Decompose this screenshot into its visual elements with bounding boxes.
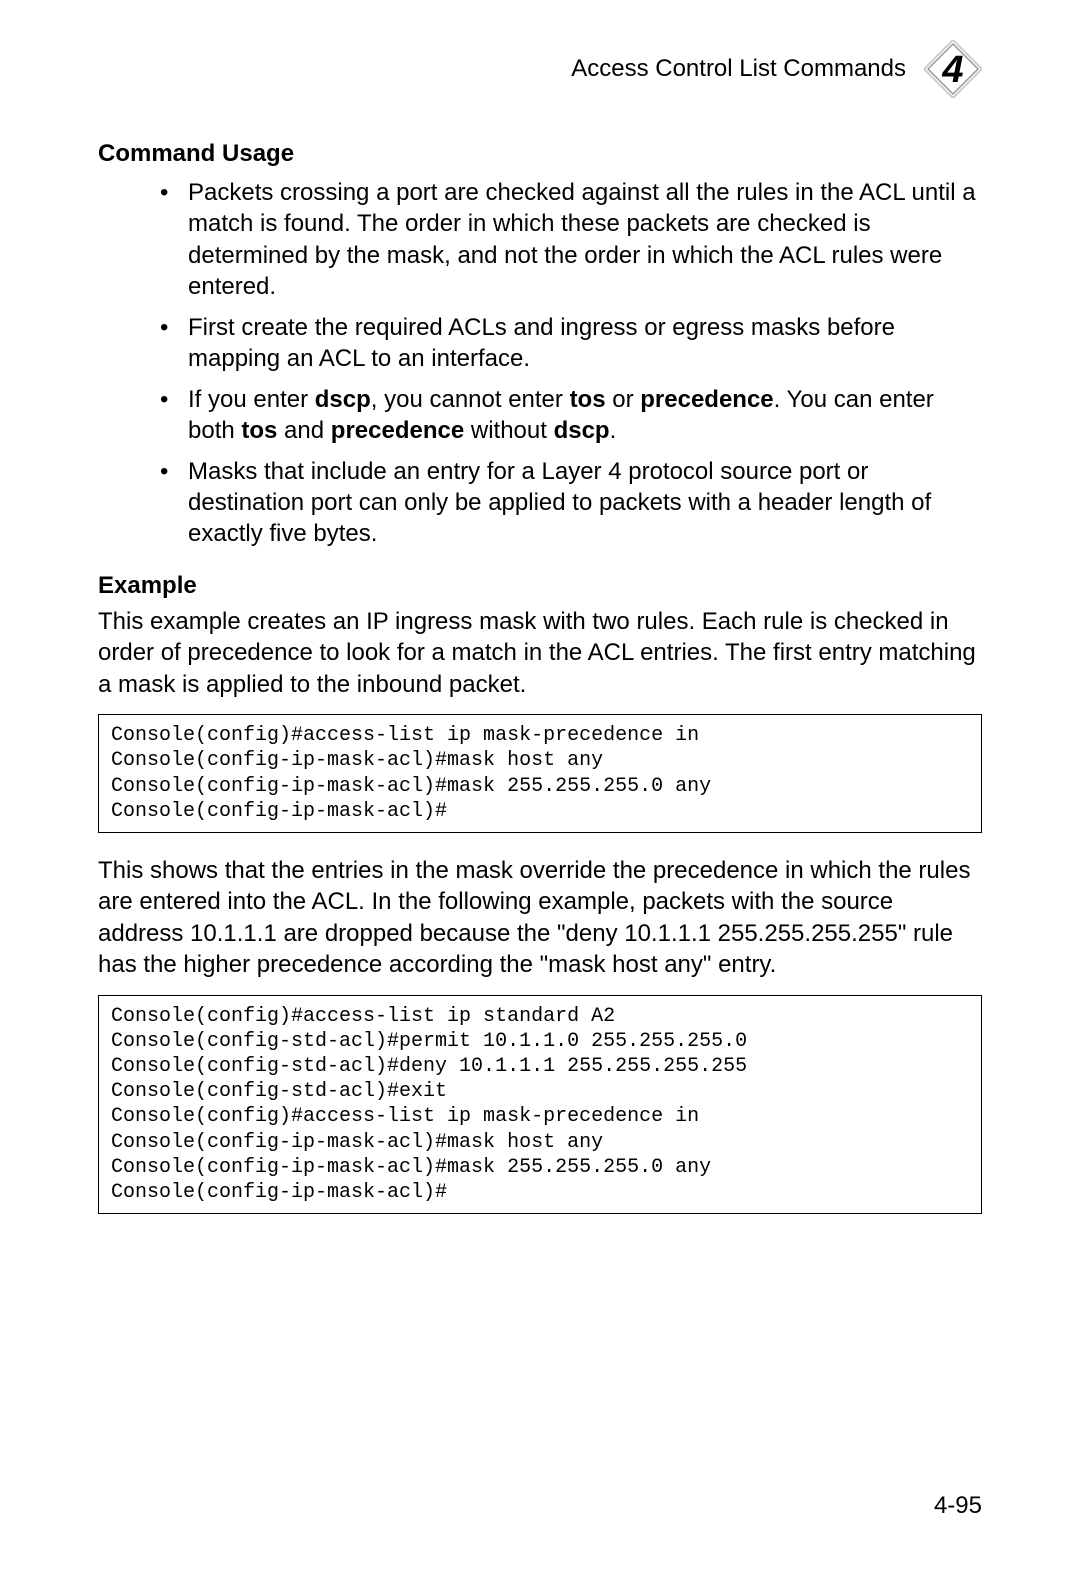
code-block: Console(config)#access-list ip standard … — [98, 995, 982, 1215]
example-paragraph: This example creates an IP ingress mask … — [98, 606, 982, 700]
bullet-text: , you cannot enter — [371, 386, 570, 413]
header-title: Access Control List Commands — [571, 55, 906, 83]
bullet-item: First create the required ACLs and ingre… — [160, 312, 982, 375]
bold-term: tos — [241, 417, 277, 444]
bullet-item: If you enter dscp, you cannot enter tos … — [160, 384, 982, 447]
bullet-text: and — [277, 417, 330, 444]
bold-term: precedence — [331, 417, 464, 444]
chapter-number-icon: 4 — [924, 40, 982, 98]
bold-term: precedence — [640, 386, 773, 413]
example-heading: Example — [98, 572, 982, 600]
svg-text:4: 4 — [941, 49, 963, 91]
bullet-item: Packets crossing a port are checked agai… — [160, 177, 982, 303]
command-usage-heading: Command Usage — [98, 140, 982, 168]
page-header: Access Control List Commands 4 — [98, 40, 982, 98]
bullet-text: Packets crossing a port are checked agai… — [188, 179, 976, 300]
bullet-text: If you enter — [188, 386, 315, 413]
bullet-text: First create the required ACLs and ingre… — [188, 314, 895, 372]
bullet-text: . — [610, 417, 617, 444]
code-block: Console(config)#access-list ip mask-prec… — [98, 714, 982, 833]
bold-term: tos — [570, 386, 606, 413]
command-usage-list: Packets crossing a port are checked agai… — [98, 177, 982, 550]
bullet-text: without — [464, 417, 553, 444]
bullet-text: Masks that include an entry for a Layer … — [188, 458, 931, 548]
page-number: 4-95 — [934, 1492, 982, 1520]
bullet-item: Masks that include an entry for a Layer … — [160, 456, 982, 550]
bold-term: dscp — [315, 386, 371, 413]
bullet-text: or — [606, 386, 641, 413]
example-paragraph: This shows that the entries in the mask … — [98, 855, 982, 981]
bold-term: dscp — [554, 417, 610, 444]
